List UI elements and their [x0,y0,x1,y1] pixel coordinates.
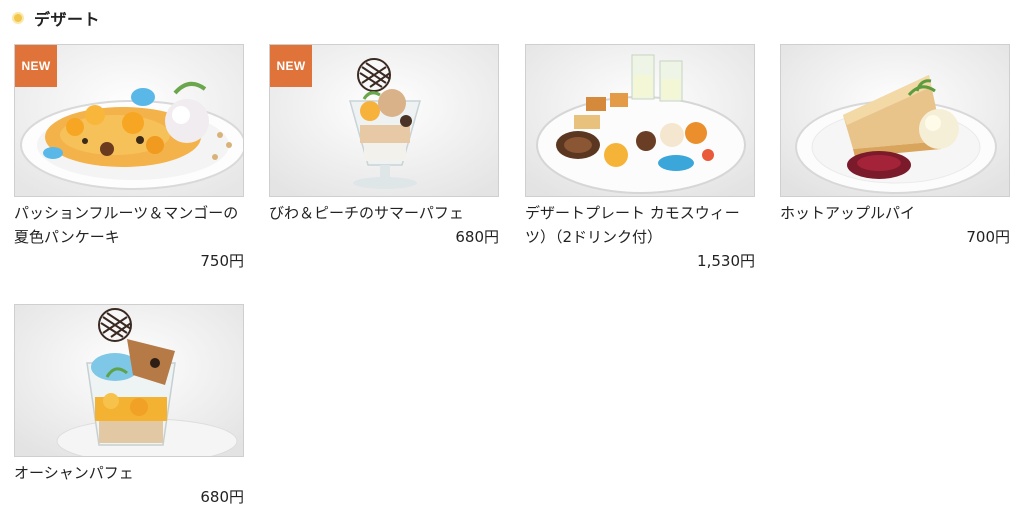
menu-item-card[interactable]: NEW びわ＆ピーチのサマーパフェ 680円 [269,44,499,249]
menu-item-card[interactable]: NEW パッションフルーツ＆マンゴーの夏色パンケーキ 750円 [14,44,244,273]
menu-item-card[interactable]: ホットアップルパイ 700円 [780,44,1010,249]
menu-item-name[interactable]: オーシャンパフェ [14,461,244,485]
bullet-dot-icon [14,14,22,22]
menu-item-price: 750円 [200,252,244,270]
menu-item-name[interactable]: デザートプレート カモスウィーツ）（2ドリンク付） [525,201,755,249]
menu-item-image[interactable]: NEW [269,44,499,197]
menu-item-price: 680円 [200,488,244,506]
section-header: デザート [14,7,100,29]
menu-item-card[interactable]: デザートプレート カモスウィーツ）（2ドリンク付） 1,530円 [525,44,755,273]
menu-item-price: 1,530円 [697,252,755,270]
new-badge: NEW [15,45,57,87]
menu-item-image[interactable] [14,304,244,457]
menu-item-card[interactable]: オーシャンパフェ 680円 [14,304,244,509]
new-badge: NEW [270,45,312,87]
menu-item-name[interactable]: ホットアップルパイ [780,201,1010,225]
menu-item-price: 700円 [966,228,1010,246]
menu-item-image[interactable]: NEW [14,44,244,197]
menu-item-name[interactable]: びわ＆ピーチのサマーパフェ [269,201,499,225]
menu-item-price: 680円 [455,228,499,246]
menu-item-image[interactable] [525,44,755,197]
section-title: デザート [34,10,101,29]
menu-item-image[interactable] [780,44,1010,197]
menu-item-name[interactable]: パッションフルーツ＆マンゴーの夏色パンケーキ [14,201,244,249]
